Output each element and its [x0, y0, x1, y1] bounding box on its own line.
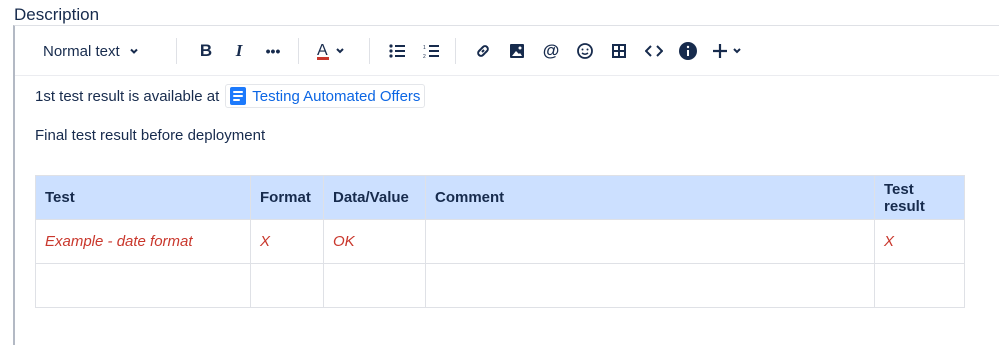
- table-header-cell[interactable]: Test: [35, 175, 251, 220]
- table-cell[interactable]: [323, 263, 426, 308]
- table-header-cell[interactable]: Test result: [874, 175, 965, 220]
- table-cell[interactable]: Example - date format: [35, 219, 251, 264]
- italic-icon[interactable]: I: [229, 38, 249, 64]
- emoji-icon[interactable]: [575, 38, 595, 64]
- test-results-table: Test Format Data/Value Comment Test resu…: [35, 175, 965, 308]
- text-style-dropdown[interactable]: Normal text: [43, 38, 140, 64]
- table-cell[interactable]: [425, 263, 875, 308]
- bold-icon[interactable]: B: [196, 38, 216, 64]
- text-color-icon[interactable]: A: [316, 38, 350, 64]
- table-cell[interactable]: X: [874, 219, 965, 264]
- numbered-list-icon[interactable]: 12: [421, 38, 441, 64]
- table-row: Example - date format X OK X: [35, 219, 965, 264]
- svg-text:A: A: [317, 42, 328, 59]
- image-icon[interactable]: [507, 38, 527, 64]
- table-cell[interactable]: X: [250, 219, 324, 264]
- link-icon[interactable]: [473, 38, 493, 64]
- chevron-down-icon: [128, 45, 140, 57]
- more-formatting-icon[interactable]: •••: [262, 38, 284, 64]
- editor-toolbar: Normal text B I ••• A 12 @: [15, 26, 999, 76]
- field-label: Description: [14, 5, 100, 24]
- table-cell[interactable]: OK: [323, 219, 426, 264]
- svg-text:1: 1: [423, 45, 426, 51]
- table-cell[interactable]: [425, 219, 875, 264]
- code-icon[interactable]: [643, 38, 665, 64]
- table-header-cell[interactable]: Data/Value: [323, 175, 426, 220]
- svg-text:2: 2: [423, 54, 426, 58]
- paragraph-2: Final test result before deployment: [35, 127, 266, 144]
- toolbar-divider: [298, 38, 299, 64]
- insert-icon[interactable]: [712, 38, 748, 64]
- info-icon[interactable]: [678, 38, 698, 64]
- paragraph-1: 1st test result is available at Testing …: [35, 84, 426, 108]
- table-row: [35, 263, 965, 308]
- smart-link[interactable]: Testing Automated Offers: [225, 84, 426, 108]
- table-cell[interactable]: [250, 263, 324, 308]
- text-style-label: Normal text: [43, 42, 120, 60]
- document-icon: [230, 87, 247, 105]
- table-header-cell[interactable]: Format: [250, 175, 324, 220]
- toolbar-divider: [176, 38, 177, 64]
- smart-link-title: Testing Automated Offers: [252, 87, 421, 105]
- toolbar-divider: [369, 38, 370, 64]
- mention-icon[interactable]: @: [541, 38, 561, 64]
- table-header-cell[interactable]: Comment: [425, 175, 875, 220]
- bullet-list-icon[interactable]: [387, 38, 407, 64]
- table-icon[interactable]: [609, 38, 629, 64]
- toolbar-divider: [455, 38, 456, 64]
- table-header-row: Test Format Data/Value Comment Test resu…: [35, 175, 965, 220]
- table-cell[interactable]: [874, 263, 965, 308]
- paragraph-text: 1st test result is available at: [35, 87, 220, 105]
- table-cell[interactable]: [35, 263, 251, 308]
